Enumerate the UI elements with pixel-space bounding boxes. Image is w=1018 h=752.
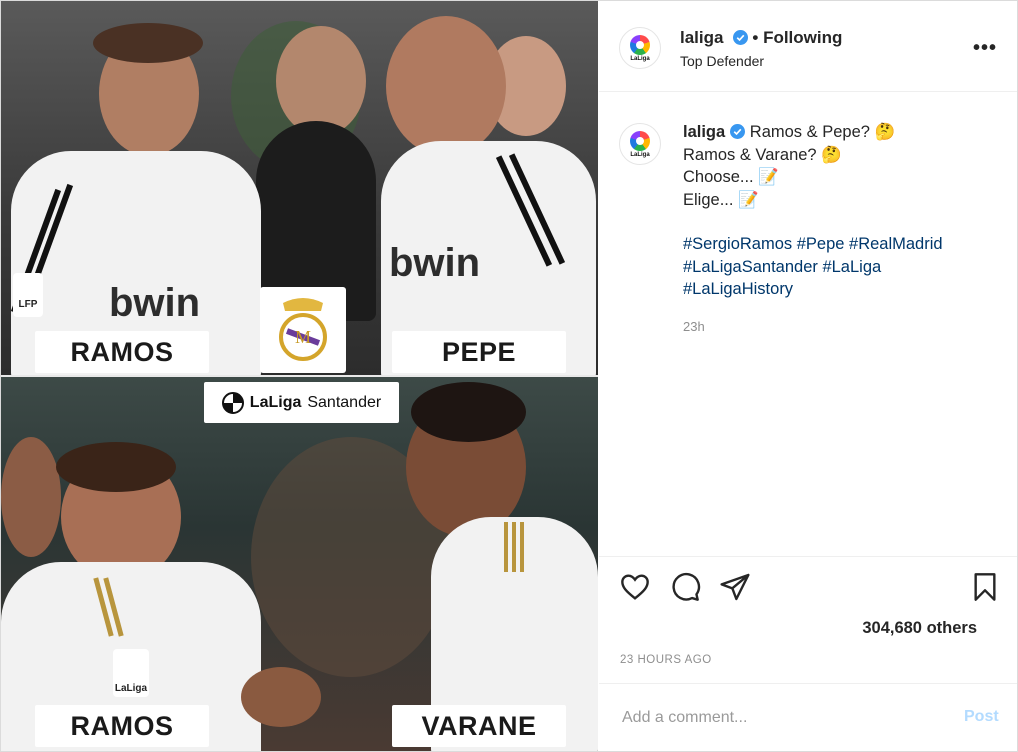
- player-face-pepe: [386, 16, 506, 156]
- post-timestamp[interactable]: 23 HOURS AGO: [620, 654, 712, 666]
- fan-face: [276, 26, 366, 136]
- player-face: [1, 437, 61, 557]
- caption-text: laliga Ramos & Pepe? 🤔 Ramos & Varane? 🤔…: [683, 121, 1003, 301]
- more-options-icon[interactable]: •••: [973, 37, 997, 60]
- caption-line: Elige... 📝: [683, 190, 759, 209]
- post-header: LaLiga laliga • Following Top Defender •…: [599, 1, 1017, 92]
- verified-icon: [730, 124, 746, 139]
- svg-text:M: M: [295, 327, 311, 347]
- laliga-logo-icon: [630, 130, 650, 151]
- like-count[interactable]: 304,680 others: [862, 619, 977, 638]
- verified-icon: [732, 30, 748, 45]
- photo-ramos-varane: LaLiga RAMOS VARANE: [1, 377, 598, 751]
- hashtag-link[interactable]: #LaLigaHistory: [683, 278, 1003, 301]
- real-madrid-crest-logo: M: [260, 287, 346, 373]
- jersey-sponsor: bwin: [109, 281, 201, 325]
- comment-input[interactable]: [620, 704, 954, 732]
- caption-line: Choose... 📝: [683, 168, 779, 186]
- caption-line: Ramos & Varane? 🤔: [683, 145, 842, 164]
- jersey-stripe: [512, 522, 516, 572]
- caption-line: Ramos & Pepe? 🤔: [749, 123, 896, 141]
- laliga-jersey-badge: LaLiga: [113, 649, 149, 697]
- jersey-stripe: [504, 522, 508, 572]
- post-location[interactable]: Top Defender: [680, 53, 764, 69]
- player-hair: [411, 382, 526, 442]
- post-comment-button[interactable]: Post: [964, 708, 999, 726]
- hashtag-link[interactable]: #SergioRamos #Pepe #RealMadrid: [683, 233, 1003, 256]
- header-username[interactable]: laliga: [680, 28, 723, 47]
- hashtag-link[interactable]: #LaLigaSantander #LaLiga: [683, 256, 1003, 279]
- comment-bar: Post: [599, 683, 1017, 751]
- caption-username[interactable]: laliga: [683, 123, 725, 141]
- share-icon[interactable]: [719, 571, 751, 603]
- following-button[interactable]: Following: [763, 28, 842, 47]
- handshake: [241, 667, 321, 727]
- avatar[interactable]: LaLiga: [619, 27, 661, 69]
- laliga-logo-icon: [630, 34, 650, 55]
- follow-separator: •: [752, 28, 764, 47]
- comment-icon[interactable]: [669, 571, 701, 603]
- name-label-ramos: RAMOS: [35, 705, 209, 747]
- action-bar: 304,680 others 23 HOURS AGO: [599, 556, 1017, 683]
- laliga-santander-banner: LaLiga Santander: [204, 382, 399, 423]
- caption-avatar[interactable]: LaLiga: [619, 123, 661, 165]
- player-hair: [93, 23, 203, 63]
- instagram-post-modal: bwin bwin LFP RAMOS PEPE M LaLiga RAMOS …: [0, 0, 1018, 752]
- name-label-varane: VARANE: [392, 705, 566, 747]
- caption-time: 23h: [683, 319, 705, 334]
- player-hair: [56, 442, 176, 492]
- name-label-pepe: PEPE: [392, 331, 566, 373]
- laliga-logo-icon: [221, 391, 244, 414]
- bookmark-icon[interactable]: [969, 571, 1001, 603]
- post-image[interactable]: bwin bwin LFP RAMOS PEPE M LaLiga RAMOS …: [1, 1, 598, 751]
- name-label-ramos: RAMOS: [35, 331, 209, 373]
- jersey-sponsor: bwin: [389, 241, 481, 285]
- jersey-stripe: [520, 522, 524, 572]
- heart-icon[interactable]: [619, 571, 651, 603]
- lfp-badge: LFP: [13, 273, 43, 317]
- post-sidebar: LaLiga laliga • Following Top Defender •…: [599, 1, 1017, 751]
